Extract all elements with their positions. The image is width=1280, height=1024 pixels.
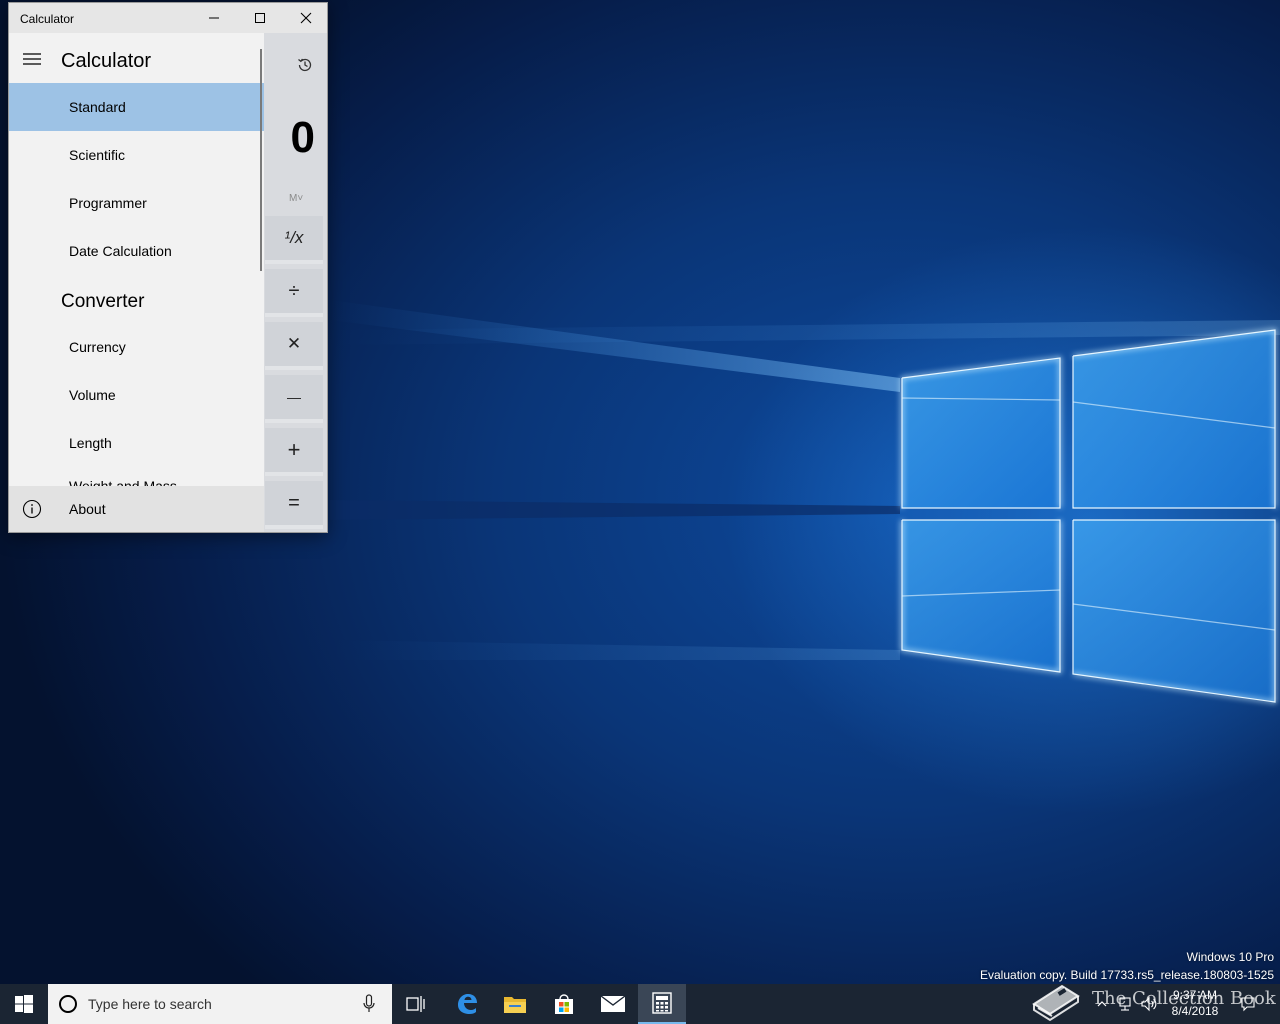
display-value: 0	[290, 113, 315, 162]
nav-item-date-calculation[interactable]: Date Calculation	[9, 227, 264, 275]
calculator-taskbar-button[interactable]	[638, 984, 686, 1024]
hamburger-menu-icon[interactable]	[22, 51, 42, 67]
file-explorer-button[interactable]	[491, 984, 539, 1024]
edge-button[interactable]	[443, 984, 491, 1024]
nav-scrollbar[interactable]	[260, 49, 262, 271]
calculator-window: Calculator 0 M˅ ¹/x ÷ ✕ — + = Calculator…	[8, 2, 328, 533]
watermark-build: Evaluation copy. Build 17733.rs5_release…	[980, 968, 1274, 982]
mail-icon	[600, 995, 626, 1012]
store-button[interactable]	[540, 984, 588, 1024]
start-button[interactable]	[0, 984, 48, 1024]
subtract-button[interactable]: —	[265, 375, 323, 423]
nav-title: Calculator	[61, 50, 152, 72]
divide-button[interactable]: ÷	[265, 269, 323, 317]
about-label: About	[69, 501, 106, 517]
folder-icon	[504, 997, 526, 1013]
book-logo-icon	[1032, 984, 1080, 1022]
maximize-button[interactable]	[237, 3, 283, 33]
close-button[interactable]	[283, 3, 329, 33]
maximize-icon	[255, 13, 265, 23]
reciprocal-button[interactable]: ¹/x	[265, 216, 323, 264]
microphone-icon[interactable]	[362, 994, 376, 1014]
nav-item-weight-and-mass[interactable]: Weight and Mass	[69, 477, 177, 486]
info-icon	[22, 499, 42, 519]
windows-start-icon	[15, 995, 33, 1013]
converter-heading: Converter	[61, 291, 145, 312]
taskbar-search-box[interactable]: Type here to search	[48, 984, 392, 1024]
nav-item-scientific[interactable]: Scientific	[9, 131, 264, 179]
task-view-button[interactable]	[392, 984, 440, 1024]
edge-browser-icon	[458, 994, 477, 1014]
window-title: Calculator	[20, 12, 75, 26]
minimize-button[interactable]	[191, 3, 237, 33]
history-button[interactable]	[291, 51, 319, 79]
minimize-icon	[209, 17, 219, 19]
nav-item-standard[interactable]: Standard	[9, 83, 264, 131]
task-view-icon	[406, 996, 425, 1012]
watermark-edition: Windows 10 Pro	[1186, 950, 1274, 964]
history-icon	[298, 58, 312, 72]
taskbar: Type here to search 9:37 AM 8/4/2018	[0, 984, 1280, 1024]
nav-item-length[interactable]: Length	[9, 419, 264, 467]
memory-list-button[interactable]: M˅	[289, 193, 303, 204]
close-icon	[300, 12, 312, 24]
store-bag-icon	[555, 994, 573, 1014]
overlay-watermark-text: The Collection Book	[1092, 988, 1276, 1009]
nav-item-currency[interactable]: Currency	[9, 323, 264, 371]
title-bar[interactable]: Calculator	[9, 3, 327, 33]
add-button[interactable]: +	[265, 428, 323, 476]
mail-button[interactable]	[589, 984, 637, 1024]
about-button[interactable]: About	[9, 486, 264, 532]
navigation-pane: Calculator Standard Scientific Programme…	[9, 33, 264, 532]
search-placeholder: Type here to search	[88, 996, 212, 1012]
nav-item-programmer[interactable]: Programmer	[9, 179, 264, 227]
nav-item-volume[interactable]: Volume	[9, 371, 264, 419]
equals-button[interactable]: =	[265, 481, 323, 529]
cortana-icon	[59, 995, 77, 1013]
calculator-icon	[652, 992, 672, 1014]
multiply-button[interactable]: ✕	[265, 322, 323, 370]
